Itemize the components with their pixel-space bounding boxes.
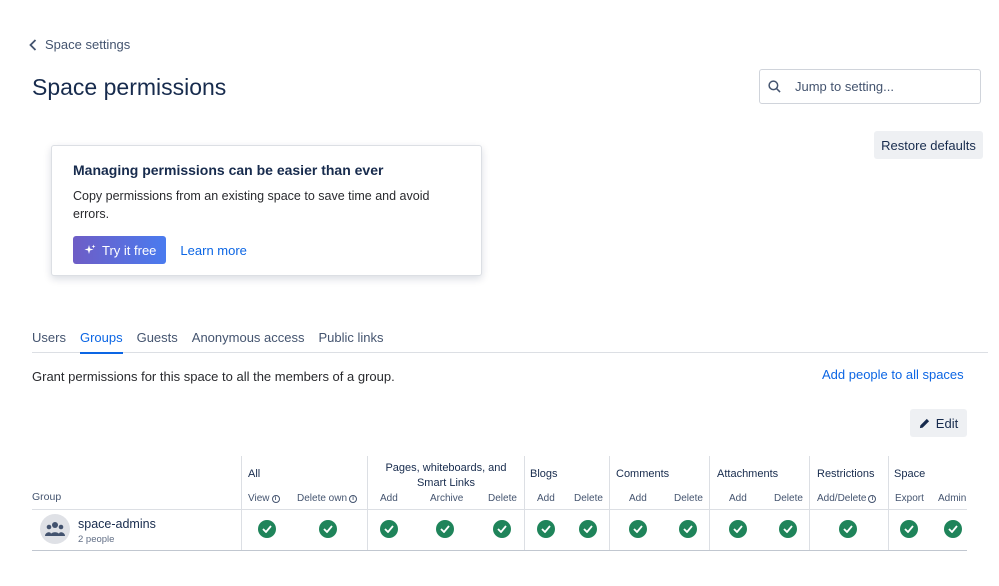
check-circle-icon xyxy=(319,520,337,538)
column-attachments-add: Add xyxy=(729,493,747,504)
column-pages-add: Add xyxy=(380,493,398,504)
restore-defaults-button[interactable]: Restore defaults xyxy=(874,131,983,159)
column-comments-delete: Delete xyxy=(674,493,703,504)
column-comments-add: Add xyxy=(629,493,647,504)
check-circle-icon xyxy=(900,520,918,538)
chevron-left-icon xyxy=(29,38,37,51)
column-space-export: Export xyxy=(895,493,924,504)
column-blogs-add: Add xyxy=(537,493,555,504)
column-divider xyxy=(609,456,610,550)
sparkle-icon xyxy=(84,244,96,254)
info-icon[interactable]: i xyxy=(271,494,280,503)
column-restrictions-add-delete: Add/Delete i xyxy=(817,493,877,504)
try-it-free-button[interactable]: Try it free xyxy=(73,236,167,264)
check-circle-icon xyxy=(493,520,511,538)
check-circle-icon xyxy=(258,520,276,538)
promo-card: Managing permissions can be easier than … xyxy=(51,145,482,276)
grant-description: Grant permissions for this space to all … xyxy=(32,369,395,384)
column-blogs-delete: Delete xyxy=(574,493,603,504)
promo-title: Managing permissions can be easier than … xyxy=(73,162,384,178)
learn-more-link[interactable]: Learn more xyxy=(180,243,246,258)
check-circle-icon xyxy=(729,520,747,538)
back-link[interactable]: Space settings xyxy=(29,37,130,52)
add-people-to-all-spaces-link[interactable]: Add people to all spaces xyxy=(822,367,964,382)
header-divider xyxy=(32,509,967,510)
column-pages-archive: Archive xyxy=(430,493,464,504)
info-icon[interactable]: i xyxy=(349,494,358,503)
search-box[interactable] xyxy=(759,69,981,104)
permission-tabs: Users Groups Guests Anonymous access Pub… xyxy=(32,330,988,354)
column-pages-delete: Delete xyxy=(488,493,517,504)
promo-body: Copy permissions from an existing space … xyxy=(73,189,430,221)
check-circle-icon xyxy=(944,520,962,538)
search-icon xyxy=(768,80,781,93)
column-restrictions-label: Add/Delete xyxy=(817,493,867,504)
check-circle-icon xyxy=(839,520,857,538)
category-all: All xyxy=(248,468,261,480)
column-delete-own: Delete own i xyxy=(297,493,358,504)
category-space: Space xyxy=(894,468,926,480)
tab-anonymous-access[interactable]: Anonymous access xyxy=(192,330,305,353)
category-comments: Comments xyxy=(616,468,670,480)
group-column-header: Group xyxy=(32,491,62,503)
pencil-icon xyxy=(919,418,929,428)
column-divider xyxy=(888,456,889,550)
tab-groups[interactable]: Groups xyxy=(79,330,123,354)
check-circle-icon xyxy=(380,520,398,538)
category-attachments: Attachments xyxy=(717,468,779,480)
column-divider xyxy=(809,456,810,550)
column-view: View i xyxy=(248,493,280,504)
promo-actions: Try it free Learn more xyxy=(73,236,460,264)
group-member-count: 2 people xyxy=(78,534,115,545)
group-name[interactable]: space-admins xyxy=(78,517,156,531)
category-blogs: Blogs xyxy=(530,468,558,480)
back-link-label: Space settings xyxy=(45,37,131,52)
try-it-free-label: Try it free xyxy=(102,242,157,258)
column-view-label: View xyxy=(248,493,270,504)
people-icon xyxy=(45,522,65,536)
tab-users[interactable]: Users xyxy=(32,330,66,353)
check-circle-icon xyxy=(537,520,555,538)
tab-public-links[interactable]: Public links xyxy=(319,330,384,353)
search-input[interactable] xyxy=(795,79,965,94)
check-circle-icon xyxy=(779,520,797,538)
check-circle-icon xyxy=(579,520,597,538)
category-restrictions: Restrictions xyxy=(817,468,875,480)
column-delete-own-label: Delete own xyxy=(297,493,348,504)
page-title: Space permissions xyxy=(32,74,227,100)
column-attachments-delete: Delete xyxy=(774,493,803,504)
column-space-admin: Admin xyxy=(938,493,967,504)
check-circle-icon xyxy=(679,520,697,538)
info-icon[interactable]: i xyxy=(868,494,877,503)
column-divider xyxy=(241,456,242,550)
category-pages: Pages, whiteboards, and Smart Links xyxy=(385,462,507,489)
edit-label: Edit xyxy=(935,415,959,431)
avatar xyxy=(40,514,70,544)
column-divider xyxy=(709,456,710,550)
table-bottom-border xyxy=(32,550,967,551)
permissions-table: Group All Pages, whiteboards, and Smart … xyxy=(32,456,967,551)
check-circle-icon xyxy=(436,520,454,538)
column-divider xyxy=(524,456,525,550)
column-divider xyxy=(367,456,368,550)
check-circle-icon xyxy=(629,520,647,538)
tab-guests[interactable]: Guests xyxy=(137,330,178,353)
edit-button[interactable]: Edit xyxy=(910,409,967,437)
